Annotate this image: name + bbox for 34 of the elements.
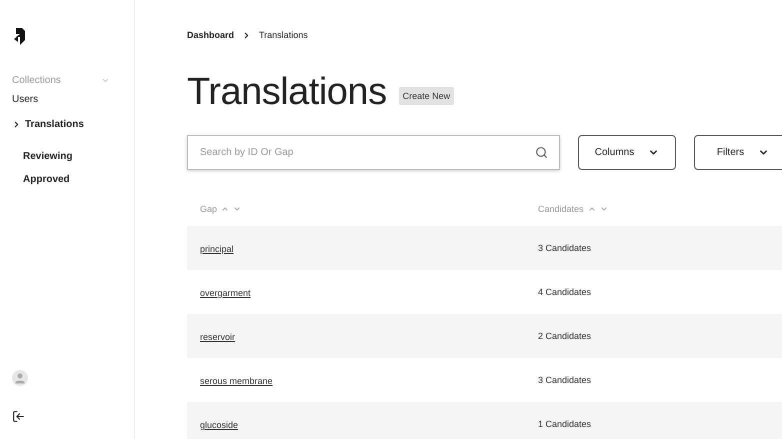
table-cell-text: 4 Candidates [538,287,592,297]
sort-ascending-icon[interactable] [221,205,230,213]
nav-item[interactable]: Users [12,94,134,105]
column-header: Candidates [538,204,584,214]
column-header: Gap [200,204,218,214]
chevron-right-icon [12,120,21,129]
section-label: Collections [12,75,61,86]
table-cell-text: 3 Candidates [538,243,592,253]
page-title: Translations [187,71,387,114]
search-icon [535,146,548,159]
search-field[interactable]: Search by ID Or Gap [187,135,560,170]
dropdown-button[interactable]: Filters [694,135,782,170]
nav-item[interactable]: Translations [12,119,134,130]
table-cell-text: 3 Candidates [538,375,592,385]
table-cell-text: 1 Candidates [538,419,592,429]
avatar-icon[interactable] [12,370,28,386]
gap-link[interactable]: principal [200,244,234,254]
create-new-button[interactable]: Create New [398,86,454,104]
logout-icon[interactable] [12,410,25,423]
chevron-down-icon[interactable] [101,76,110,85]
gap-link[interactable]: glucoside [200,420,238,430]
gap-link[interactable]: overgarment [200,288,251,298]
gap-link[interactable]: serous membrane [200,376,273,386]
dropdown-button[interactable]: Columns [578,135,676,170]
nav-subitem[interactable]: Approved [23,174,134,185]
sort-descending-icon[interactable] [600,205,608,213]
breadcrumb-current: Translations [259,30,308,40]
breadcrumb-link[interactable]: Dashboard [187,30,234,40]
sort-descending-icon[interactable] [233,205,242,213]
sort-ascending-icon[interactable] [588,205,596,213]
logo-icon [14,28,25,45]
table-cell-text: 2 Candidates [538,331,592,341]
gap-link[interactable]: reservoir [200,332,236,342]
nav-subitem[interactable]: Reviewing [23,151,134,162]
